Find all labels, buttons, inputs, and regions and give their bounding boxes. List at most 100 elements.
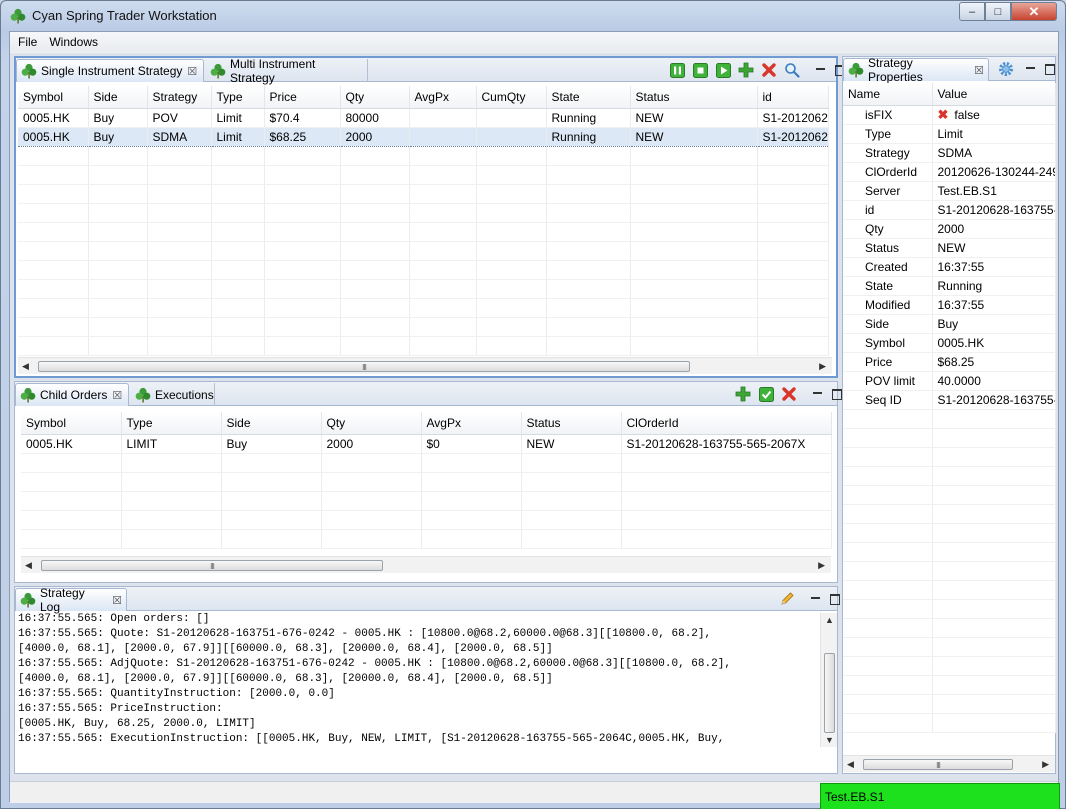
property-row[interactable]: Status NEW	[843, 238, 1056, 258]
strategy-table[interactable]: Symbol Side Strategy Type Price Qty AvgPx CumQt…	[18, 86, 829, 356]
close-tab-icon[interactable]: ☒	[112, 594, 122, 607]
maximize-view-icon[interactable]	[1042, 62, 1058, 76]
minimize-button[interactable]: –	[959, 2, 985, 21]
title-bar[interactable]: Cyan Spring Trader Workstation – □ ✕	[1, 1, 1065, 31]
column-header-type[interactable]: Type	[211, 86, 265, 109]
property-name: Modified	[843, 295, 933, 315]
column-header-cumqty[interactable]: CumQty	[476, 86, 547, 109]
scroll-down-icon[interactable]: ▼	[825, 735, 834, 745]
menu-file[interactable]: File	[12, 35, 43, 49]
maximize-view-icon[interactable]	[827, 592, 843, 606]
scroll-left-icon[interactable]: ◀	[25, 560, 32, 571]
column-header-type[interactable]: Type	[121, 412, 222, 435]
property-row[interactable]: Created 16:37:55	[843, 257, 1056, 277]
column-header-side[interactable]: Side	[221, 412, 322, 435]
strategy-log-text[interactable]: 16:37:55.565: Open orders: [] 16:37:55.56…	[15, 611, 820, 747]
child-table-hscrollbar[interactable]: ◀ III ▶	[21, 556, 831, 573]
pause-icon[interactable]	[669, 62, 685, 78]
property-row[interactable]: isFIX ✖ false	[843, 105, 1056, 125]
single-panel-toolbar	[662, 62, 848, 78]
column-header-price[interactable]: Price	[264, 86, 341, 109]
table-row[interactable]: 0005.HK LIMIT Buy 2000 $0 NEW S1-20120628-1637…	[21, 434, 832, 454]
property-row[interactable]: POV limit 40.0000	[843, 371, 1056, 391]
property-row[interactable]: Modified 16:37:55	[843, 295, 1056, 315]
minimize-view-icon[interactable]	[813, 63, 829, 77]
scroll-right-icon[interactable]: ▶	[1042, 759, 1049, 770]
close-tab-icon[interactable]: ☒	[187, 65, 197, 78]
column-header-name[interactable]: Name	[843, 83, 933, 106]
scroll-thumb[interactable]: III	[38, 361, 690, 372]
tab-child-orders[interactable]: Child Orders ☒	[15, 383, 129, 406]
add-icon[interactable]	[735, 386, 751, 402]
scroll-thumb[interactable]: III	[863, 759, 1013, 770]
scroll-up-icon[interactable]: ▲	[825, 615, 834, 625]
scroll-left-icon[interactable]: ◀	[847, 759, 854, 770]
scroll-right-icon[interactable]: ▶	[818, 560, 825, 571]
close-button[interactable]: ✕	[1011, 2, 1057, 21]
column-header-clorderid[interactable]: ClOrderId	[621, 412, 832, 435]
column-header-avgpx[interactable]: AvgPx	[409, 86, 477, 109]
tab-multi-instrument-strategy[interactable]: Multi Instrument Strategy	[206, 57, 368, 85]
column-header-symbol[interactable]: Symbol	[18, 86, 89, 109]
maximize-button[interactable]: □	[985, 2, 1011, 21]
child-orders-table[interactable]: Symbol Type Side Qty AvgPx Status ClOrderId 00…	[21, 412, 832, 549]
minimize-view-icon[interactable]	[1023, 62, 1039, 76]
remove-icon[interactable]	[761, 62, 777, 78]
minimize-view-icon[interactable]	[808, 592, 824, 606]
property-row[interactable]: Side Buy	[843, 314, 1056, 334]
column-header-avgpx[interactable]: AvgPx	[421, 412, 522, 435]
column-header-id[interactable]: id	[757, 86, 829, 109]
property-row[interactable]: Symbol 0005.HK	[843, 333, 1056, 353]
amend-icon[interactable]	[758, 386, 774, 402]
scroll-thumb[interactable]: III	[41, 560, 383, 571]
column-header-status[interactable]: Status	[521, 412, 622, 435]
tab-single-instrument-strategy[interactable]: Single Instrument Strategy ☒	[16, 59, 204, 82]
minimize-view-icon[interactable]	[810, 387, 826, 401]
table-row[interactable]: 0005.HK Buy SDMA Limit $68.25 2000 Running NEW S…	[18, 126, 829, 147]
settings-gear-icon[interactable]	[998, 61, 1014, 77]
property-row[interactable]: Seq ID S1-20120628-163755-0	[843, 390, 1056, 410]
property-row[interactable]: State Running	[843, 276, 1056, 296]
table-row[interactable]: 0005.HK Buy POV Limit $70.4 80000 Running NEW S1…	[18, 108, 829, 128]
property-row[interactable]: Strategy SDMA	[843, 143, 1056, 163]
property-row[interactable]: Price $68.25	[843, 352, 1056, 372]
property-row[interactable]: Qty 2000	[843, 219, 1056, 239]
strategy-table-hscrollbar[interactable]: ◀ III ▶	[18, 357, 832, 374]
column-header-value[interactable]: Value	[932, 83, 1056, 106]
scroll-left-icon[interactable]: ◀	[22, 361, 29, 372]
column-header-state[interactable]: State	[546, 86, 631, 109]
tab-strategy-properties[interactable]: Strategy Properties ☒	[843, 56, 989, 84]
empty-row	[843, 580, 1056, 600]
column-header-symbol[interactable]: Symbol	[21, 412, 122, 435]
column-header-qty[interactable]: Qty	[321, 412, 422, 435]
table-cell: Buy	[221, 434, 322, 454]
close-icon: ✕	[1028, 3, 1040, 19]
edit-pencil-icon[interactable]	[779, 591, 795, 607]
property-row[interactable]: Server Test.EB.S1	[843, 181, 1056, 201]
column-header-side[interactable]: Side	[88, 86, 148, 109]
tab-executions[interactable]: Executions	[131, 383, 215, 406]
tab-strategy-log[interactable]: Strategy Log ☒	[15, 586, 127, 614]
start-icon[interactable]	[715, 62, 731, 78]
close-tab-icon[interactable]: ☒	[974, 64, 984, 77]
column-header-qty[interactable]: Qty	[340, 86, 410, 109]
props-hscrollbar[interactable]: ◀ III ▶	[843, 755, 1055, 772]
clover-icon	[210, 63, 226, 78]
column-header-status[interactable]: Status	[630, 86, 758, 109]
search-icon[interactable]	[784, 62, 800, 78]
scroll-right-icon[interactable]: ▶	[819, 361, 826, 372]
menu-windows[interactable]: Windows	[43, 35, 104, 49]
property-row[interactable]: Type Limit	[843, 124, 1056, 144]
cancel-icon[interactable]	[781, 386, 797, 402]
log-vscrollbar[interactable]: ▲ ▼	[820, 613, 837, 747]
add-icon[interactable]	[738, 62, 754, 78]
close-tab-icon[interactable]: ☒	[112, 389, 122, 402]
property-row[interactable]: id S1-20120628-163755-0	[843, 200, 1056, 220]
property-row[interactable]: ClOrderId 20120626-130244-249-	[843, 162, 1056, 182]
properties-table[interactable]: Name Value isFIX ✖ false Type Limit Strategy SD…	[843, 83, 1056, 733]
column-header-strategy[interactable]: Strategy	[147, 86, 212, 109]
table-cell: 80000	[340, 108, 410, 128]
maximize-icon: □	[994, 5, 1002, 18]
scroll-thumb[interactable]	[824, 653, 835, 733]
stop-icon[interactable]	[692, 62, 708, 78]
